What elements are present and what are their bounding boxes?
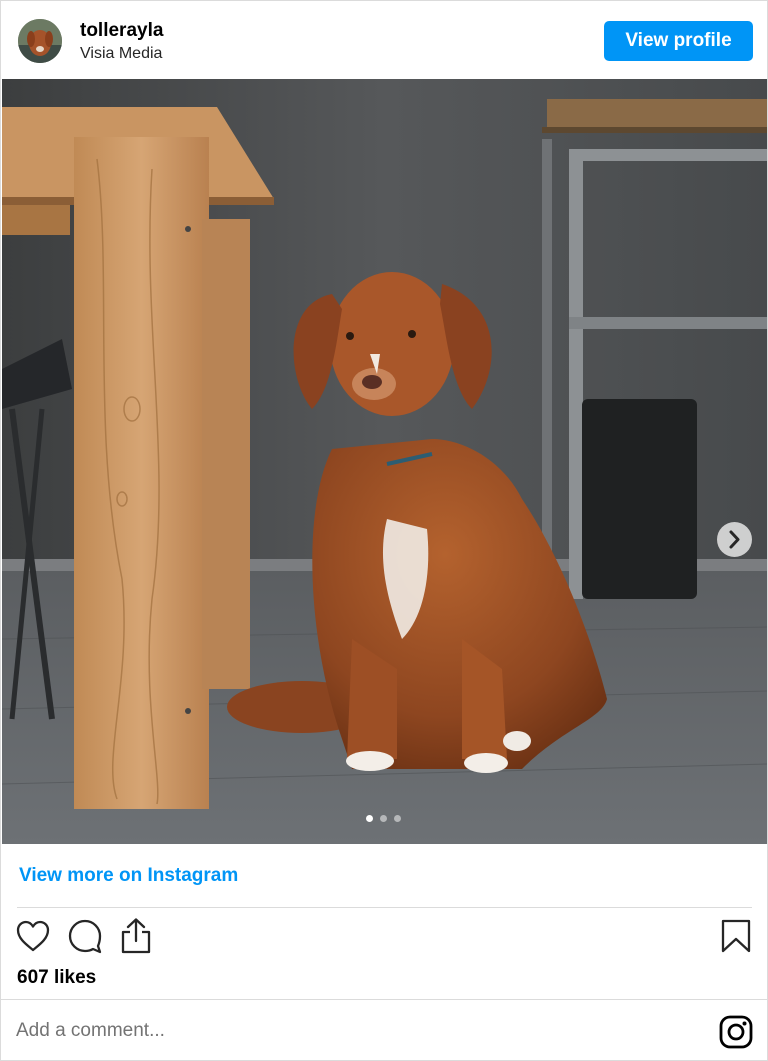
avatar[interactable] (18, 19, 62, 63)
add-comment-input[interactable] (16, 1014, 696, 1048)
carousel-dot (394, 815, 401, 822)
view-profile-button[interactable]: View profile (604, 21, 753, 61)
post-header: tollerayla Visia Media View profile (1, 1, 767, 79)
view-more-on-instagram-link[interactable]: View more on Instagram (19, 865, 238, 887)
share-button[interactable] (118, 917, 154, 960)
avatar-image (18, 19, 62, 63)
instagram-embed-card: tollerayla Visia Media View profile View… (0, 0, 768, 1061)
carousel-dot (380, 815, 387, 822)
bookmark-icon (721, 919, 751, 953)
comment-icon (68, 919, 102, 954)
post-media[interactable] (2, 79, 767, 844)
likes-count[interactable]: 607 likes (17, 967, 96, 989)
account-subtitle: Visia Media (80, 45, 163, 62)
divider (1, 999, 767, 1000)
save-button[interactable] (720, 918, 752, 959)
share-icon (121, 918, 151, 954)
heart-icon (16, 920, 50, 952)
dog-photo (2, 79, 767, 844)
instagram-icon (719, 1015, 753, 1049)
comment-button[interactable] (67, 918, 103, 959)
divider (17, 907, 752, 908)
chevron-right-icon (729, 530, 740, 549)
instagram-logo-link[interactable] (718, 1014, 754, 1055)
like-button[interactable] (15, 919, 51, 958)
username[interactable]: tollerayla (80, 20, 163, 42)
carousel-dot-active (366, 815, 373, 822)
carousel-next-button[interactable] (717, 522, 752, 557)
